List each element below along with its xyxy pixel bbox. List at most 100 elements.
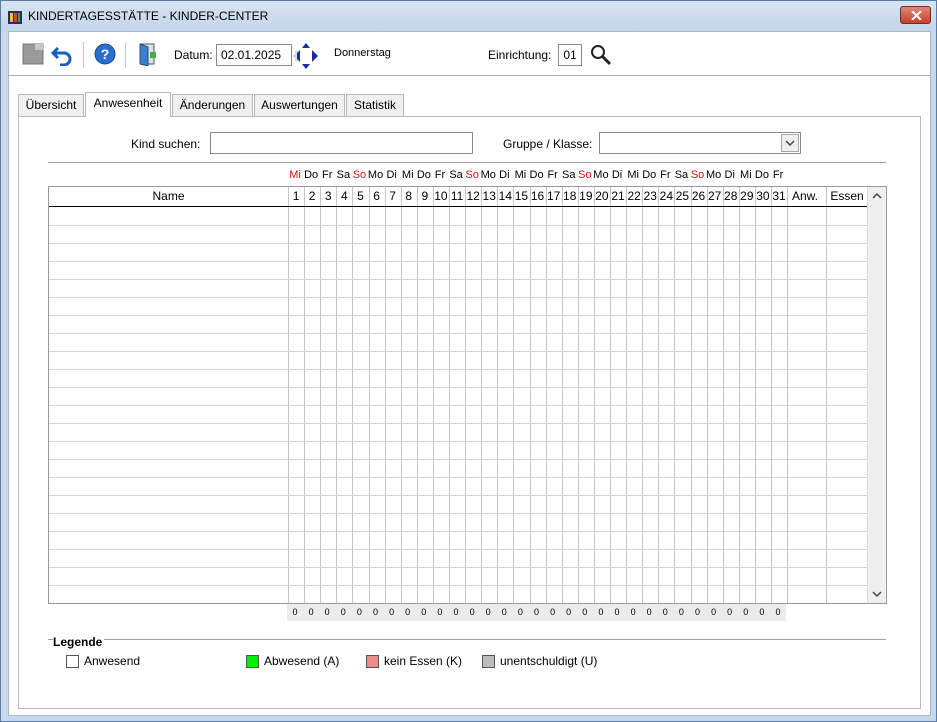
- day-column-header[interactable]: 7: [385, 187, 401, 207]
- day-column-header[interactable]: 23: [642, 187, 658, 207]
- day-column-header[interactable]: 1: [288, 187, 304, 207]
- table-row[interactable]: [49, 567, 868, 568]
- column-divider: [449, 187, 450, 603]
- day-column-header[interactable]: 4: [336, 187, 352, 207]
- weekday-label: Di: [499, 169, 510, 181]
- weekday-label: Di: [611, 169, 623, 181]
- help-icon[interactable]: ?: [93, 42, 117, 66]
- grid-scrollbar[interactable]: [867, 187, 886, 603]
- table-row[interactable]: [49, 387, 868, 388]
- table-row[interactable]: [49, 477, 868, 478]
- einrichtung-field[interactable]: 01: [558, 44, 582, 66]
- weekday-label: Fr: [322, 169, 333, 181]
- column-divider: [497, 187, 499, 603]
- day-column-header[interactable]: 2: [304, 187, 320, 207]
- day-total: 0: [743, 607, 749, 617]
- day-column-header[interactable]: 3: [320, 187, 336, 207]
- day-total: 0: [356, 607, 362, 617]
- table-row[interactable]: [49, 513, 868, 514]
- table-row[interactable]: [49, 441, 868, 442]
- table-row[interactable]: [49, 531, 868, 532]
- day-column-header[interactable]: 15: [513, 187, 529, 207]
- table-row[interactable]: [49, 495, 868, 496]
- day-column-header[interactable]: 9: [417, 187, 433, 207]
- gruppe-dropdown-button[interactable]: [781, 134, 799, 152]
- table-row[interactable]: [49, 459, 868, 460]
- weekday-label: Fr: [660, 169, 671, 181]
- tab-auswertungen[interactable]: Auswertungen: [254, 94, 345, 116]
- table-row[interactable]: [49, 585, 868, 586]
- close-button[interactable]: [900, 6, 931, 24]
- table-row[interactable]: [49, 297, 868, 298]
- chevron-down-icon: [785, 140, 795, 147]
- arrow-down-icon[interactable]: [302, 64, 310, 69]
- day-column-header[interactable]: 5: [352, 187, 368, 207]
- table-row[interactable]: [49, 549, 868, 550]
- blank-icon[interactable]: [21, 42, 45, 66]
- day-column-header[interactable]: 13: [481, 187, 497, 207]
- scroll-down-icon[interactable]: [872, 590, 882, 598]
- day-column-header[interactable]: 25: [674, 187, 690, 207]
- table-row[interactable]: [49, 351, 868, 352]
- day-column-header[interactable]: 24: [658, 187, 674, 207]
- tab-aenderungen[interactable]: Änderungen: [172, 94, 253, 116]
- scroll-up-icon[interactable]: [872, 192, 882, 200]
- table-row[interactable]: [49, 243, 868, 244]
- day-column-header[interactable]: 14: [497, 187, 513, 207]
- table-row[interactable]: [49, 423, 868, 424]
- table-row[interactable]: [49, 333, 868, 334]
- day-column-header[interactable]: 20: [594, 187, 610, 207]
- exit-door-icon[interactable]: [136, 42, 160, 66]
- day-column-header[interactable]: 26: [691, 187, 707, 207]
- day-column-header[interactable]: 8: [401, 187, 417, 207]
- column-divider: [706, 187, 708, 603]
- day-column-header[interactable]: 19: [578, 187, 594, 207]
- day-total: 0: [566, 607, 572, 617]
- column-divider: [336, 187, 338, 603]
- essen-column-header[interactable]: Essen: [826, 187, 868, 207]
- undo-icon[interactable]: [50, 42, 74, 66]
- table-row[interactable]: [49, 405, 868, 406]
- legend-label: unentschuldigt (U): [500, 654, 598, 668]
- day-total: 0: [759, 607, 765, 617]
- weekday-label: Sa: [449, 169, 463, 181]
- day-total: 0: [678, 607, 684, 617]
- tab-uebersicht[interactable]: Übersicht: [18, 94, 84, 116]
- day-column-header[interactable]: 10: [433, 187, 449, 207]
- day-column-header[interactable]: 29: [739, 187, 755, 207]
- day-column-header[interactable]: 12: [465, 187, 481, 207]
- gruppe-select[interactable]: [599, 132, 801, 154]
- column-divider: [593, 187, 595, 603]
- column-divider: [352, 187, 354, 603]
- kind-search-input[interactable]: [210, 132, 473, 154]
- legend-label: kein Essen (K): [384, 654, 463, 668]
- search-icon[interactable]: [589, 43, 613, 67]
- day-column-header[interactable]: 21: [610, 187, 626, 207]
- day-column-header[interactable]: 11: [449, 187, 465, 207]
- day-column-header[interactable]: 16: [530, 187, 546, 207]
- tab-anwesenheit[interactable]: Anwesenheit: [85, 92, 171, 117]
- day-column-header[interactable]: 30: [755, 187, 771, 207]
- day-column-header[interactable]: 18: [562, 187, 578, 207]
- table-row[interactable]: [49, 315, 868, 316]
- day-total: 0: [775, 607, 781, 617]
- day-total: 0: [614, 607, 620, 617]
- datum-field[interactable]: 02.01.2025: [216, 44, 292, 66]
- table-row[interactable]: [49, 369, 868, 370]
- table-row[interactable]: [49, 261, 868, 262]
- tab-statistik[interactable]: Statistik: [346, 94, 404, 116]
- column-divider: [545, 187, 547, 603]
- client-area: ? Datum: 02.01.2025 Donnerstag Einrichtu…: [8, 31, 931, 716]
- table-row[interactable]: [49, 225, 868, 226]
- day-column-header[interactable]: 22: [626, 187, 642, 207]
- day-column-header[interactable]: 17: [546, 187, 562, 207]
- arrow-right-icon[interactable]: [312, 50, 318, 62]
- arrow-up-icon[interactable]: [302, 43, 310, 48]
- day-column-header[interactable]: 28: [723, 187, 739, 207]
- day-column-header[interactable]: 6: [369, 187, 385, 207]
- day-column-header[interactable]: 27: [707, 187, 723, 207]
- name-column-header[interactable]: Name: [49, 187, 288, 207]
- column-divider: [320, 187, 322, 603]
- anw-column-header[interactable]: Anw.: [785, 187, 825, 207]
- table-row[interactable]: [49, 279, 868, 280]
